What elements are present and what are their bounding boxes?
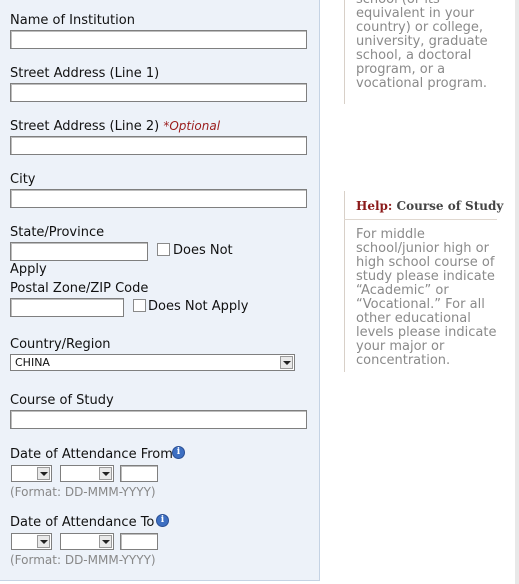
city-input[interactable] [10,189,307,208]
help-course-text: For middle school/junior high or high sc… [356,227,497,368]
course-label: Course of Study [10,393,114,408]
chevron-down-icon[interactable] [99,467,112,480]
chevron-down-icon[interactable] [37,467,50,480]
date-from-month-select[interactable] [60,465,114,482]
info-icon[interactable]: i [172,446,185,459]
date-from-label: Date of Attendance From [10,447,173,462]
institution-label: Name of Institution [10,13,135,28]
street2-label-text: Street Address (Line 2) [10,119,160,134]
date-to-day-select[interactable] [11,533,52,550]
postal-label: Postal Zone/ZIP Code [10,281,149,296]
help-title-separator [344,219,497,220]
street1-input[interactable] [10,83,307,102]
course-input[interactable] [10,410,307,429]
optional-marker: *Optional [163,119,221,133]
country-label: Country/Region [10,337,111,352]
help-top-text: school (or its equivalent in your countr… [356,0,488,91]
date-to-year-input[interactable] [120,533,158,550]
page-edge [515,0,519,584]
street2-input[interactable] [10,136,307,155]
date-to-format-hint: (Format: DD-MMM-YYYY) [10,553,156,567]
postal-does-not-apply-label: Does Not Apply [148,299,249,314]
info-icon[interactable]: i [156,514,169,527]
street1-label: Street Address (Line 1) [10,66,160,81]
state-does-not-apply-label: Does Not [173,243,233,258]
postal-input[interactable] [10,298,124,317]
date-from-format-hint: (Format: DD-MMM-YYYY) [10,485,156,499]
state-does-not-apply-label-wrap: Apply [10,262,47,277]
date-to-label: Date of Attendance To [10,515,155,530]
institution-input[interactable] [10,30,307,49]
help-title-prefix: Help: [356,199,393,213]
chevron-down-icon[interactable] [280,356,293,369]
country-select[interactable]: CHINA [10,354,295,371]
country-selected-value: CHINA [15,356,50,369]
street2-label: Street Address (Line 2) *Optional [10,119,220,134]
city-label: City [10,172,36,187]
date-from-day-select[interactable] [11,465,52,482]
chevron-down-icon[interactable] [99,535,112,548]
date-to-month-select[interactable] [60,533,114,550]
state-label: State/Province [10,225,105,240]
help-title-text: Course of Study [396,199,504,213]
state-input[interactable] [10,242,148,261]
state-does-not-apply-checkbox[interactable] [157,243,170,256]
chevron-down-icon[interactable] [37,535,50,548]
help-course-title: Help: Course of Study [356,199,503,213]
postal-does-not-apply-checkbox[interactable] [133,299,146,312]
date-from-year-input[interactable] [120,465,158,482]
